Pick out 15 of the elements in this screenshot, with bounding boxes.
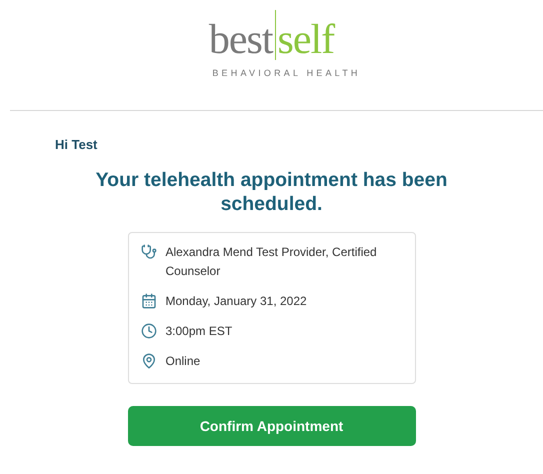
greeting: Hi Test xyxy=(55,137,98,152)
confirm-button[interactable]: Confirm Appointment xyxy=(128,406,416,446)
detail-text: Alexandra Mend Test Provider, Certified Counselor xyxy=(166,244,378,280)
calendar-icon xyxy=(140,293,156,309)
detail-text: Online xyxy=(166,353,200,370)
clock-icon xyxy=(140,323,156,339)
logo-tagline: BEHAVIORAL HEALTH xyxy=(212,68,361,78)
logo-divider xyxy=(274,10,276,60)
detail-text: 3:00pm EST xyxy=(166,323,232,340)
logo-text: self xyxy=(278,20,334,60)
stethoscope-icon xyxy=(140,244,156,260)
map-pin-icon xyxy=(140,353,156,369)
detail-text: Monday, January 31, 2022 xyxy=(166,293,307,310)
logo-text: best xyxy=(208,20,272,60)
heading: Your telehealth appointment has been scheduled. xyxy=(94,168,448,216)
